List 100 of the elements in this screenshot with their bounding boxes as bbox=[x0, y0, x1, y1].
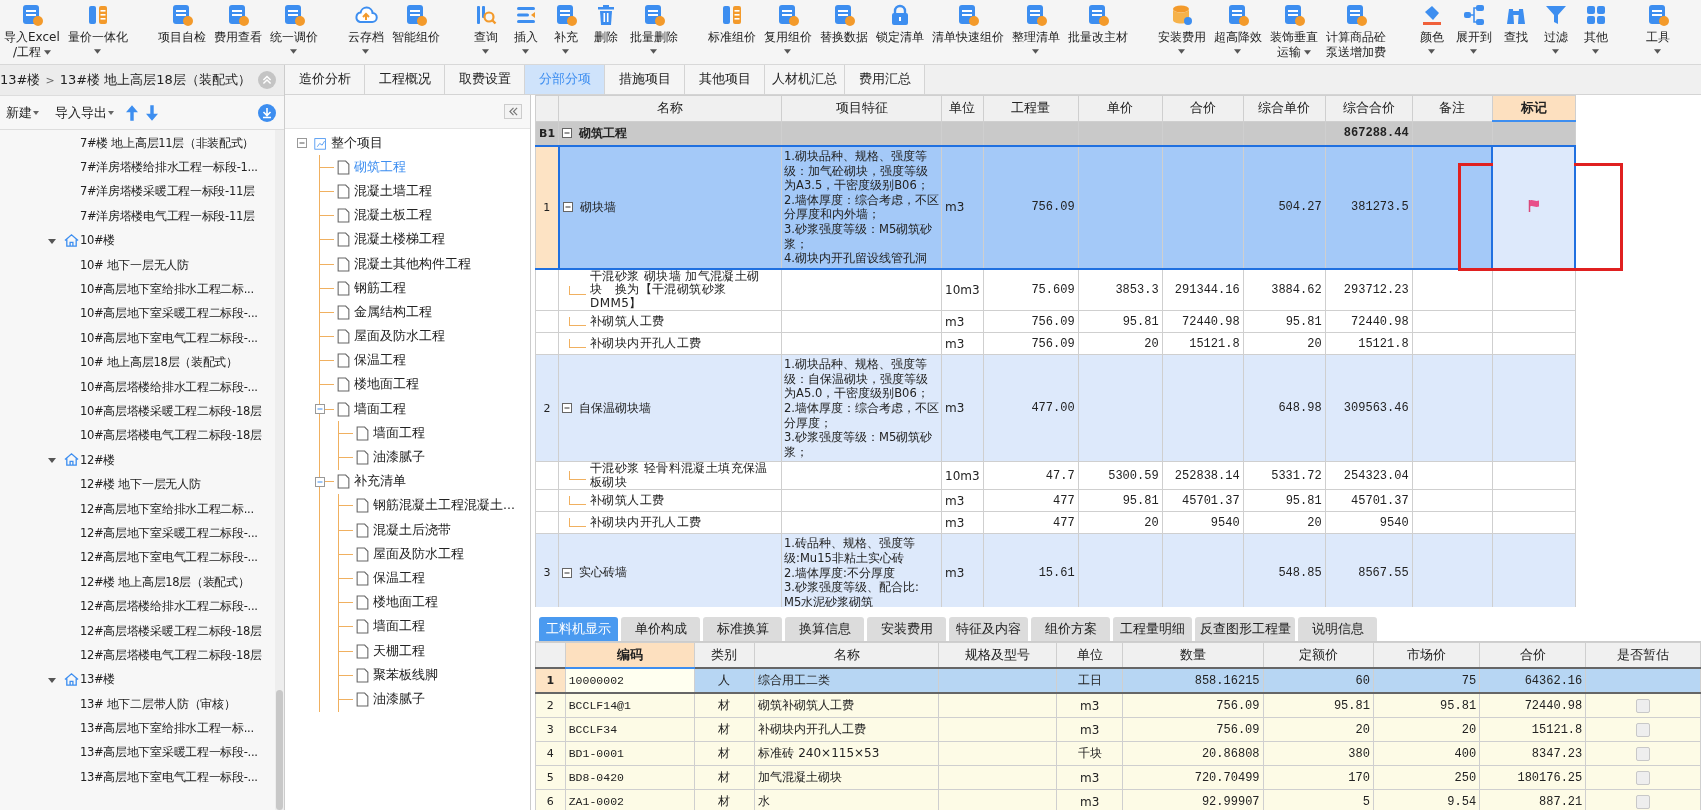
toolbar-button[interactable]: 导入Excel /工程 bbox=[0, 3, 64, 63]
tab[interactable]: 造价分析 bbox=[285, 65, 365, 94]
tree-item[interactable]: 墙面工程 bbox=[373, 424, 425, 442]
tab[interactable]: 工程量明细 bbox=[1113, 617, 1192, 641]
column-header[interactable]: 定额价 bbox=[1263, 642, 1374, 668]
download-icon[interactable] bbox=[258, 103, 276, 122]
table-row[interactable]: 1 10000002 人 综合用工二类 工日 858.16215 60 75 64362.16 bbox=[535, 668, 1701, 693]
toolbar-button[interactable]: 替换数据 bbox=[815, 3, 872, 63]
tree-item[interactable]: 10#高层地下室采暖工程二标段-... bbox=[80, 306, 258, 322]
toolbar-button[interactable]: 删除 bbox=[585, 3, 626, 63]
toolbar-button[interactable]: 工具 bbox=[1637, 3, 1678, 63]
tree-item[interactable]: 12#高层塔楼给排水工程二标段-... bbox=[80, 599, 258, 615]
table-row[interactable]: 2 BCCLF14@1 材 砌筑补砌筑人工费 m3 756.09 95.81 95.81 72440.98 bbox=[535, 693, 1701, 718]
tab[interactable]: 工程概况 bbox=[365, 65, 445, 94]
table-row[interactable]: 4 BD1-0001 材 标准砖 240×115×53 千块 20.86808 380 400 8347.23 bbox=[535, 741, 1701, 766]
collapse-icon[interactable] bbox=[562, 202, 573, 213]
toolbar-button[interactable]: 补充 bbox=[545, 3, 586, 63]
scrollbar[interactable] bbox=[275, 130, 284, 810]
tab[interactable]: 措施项目 bbox=[605, 65, 685, 94]
toolbar-button[interactable]: 整理清单 bbox=[1007, 3, 1064, 63]
collapse-icon[interactable] bbox=[562, 403, 573, 414]
toolbar-button[interactable]: 统一调价 bbox=[265, 3, 322, 63]
tree-item[interactable]: 10# 地上高层18层（装配式） bbox=[80, 355, 238, 371]
collapse-icon[interactable] bbox=[562, 567, 573, 578]
tree-item[interactable]: 天棚工程 bbox=[373, 642, 425, 660]
tab[interactable]: 说明信息 bbox=[1298, 617, 1377, 641]
tree-item[interactable]: 10#楼 bbox=[80, 233, 116, 249]
tab[interactable]: 取费设置 bbox=[445, 65, 525, 94]
tree-item[interactable]: 13#高层地下室电气工程一标段-... bbox=[80, 769, 258, 785]
tree-item[interactable]: 金属结构工程 bbox=[354, 303, 432, 321]
toolbar-button[interactable]: 查找 bbox=[1495, 3, 1536, 63]
tree-item[interactable]: 屋面及防水工程 bbox=[354, 328, 445, 346]
toolbar-button[interactable]: 装饰垂直 运输 bbox=[1265, 3, 1322, 63]
column-header[interactable]: 名称 bbox=[558, 95, 782, 121]
tree-item[interactable]: 聚苯板线脚 bbox=[373, 666, 438, 684]
tree-item[interactable]: 7#洋房塔楼采暖工程一标段-11层 bbox=[80, 184, 255, 200]
column-header[interactable]: 综合单价 bbox=[1243, 95, 1326, 121]
tree-item[interactable]: 12#楼 地上高层18层（装配式） bbox=[80, 574, 250, 590]
column-header[interactable]: 单位 bbox=[1056, 642, 1123, 668]
tree-item[interactable]: 7#楼 地上高层11层（非装配式） bbox=[80, 135, 255, 151]
tree-item[interactable]: 混凝土楼梯工程 bbox=[354, 231, 445, 249]
section-row[interactable]: B1 砌筑工程 867288.44 bbox=[535, 121, 1576, 146]
collapse-icon[interactable] bbox=[315, 476, 325, 487]
tab[interactable]: 人材机汇总 bbox=[765, 65, 845, 94]
checkbox[interactable] bbox=[1636, 746, 1651, 761]
tab[interactable]: 反查图形工程量 bbox=[1195, 617, 1295, 641]
column-header[interactable]: 单位 bbox=[941, 95, 984, 121]
tree-item[interactable]: 10#高层塔楼电气工程二标段-18层 bbox=[80, 428, 262, 444]
toolbar-button[interactable]: 批量改主材 bbox=[1063, 3, 1132, 63]
tree-item[interactable]: 10#高层塔楼采暖工程二标段-18层 bbox=[80, 404, 262, 419]
table-row[interactable]: 5 BD8-0420 材 加气混凝土砌块 m3 720.70499 170 250 180176.25 bbox=[535, 765, 1701, 790]
tree-item[interactable]: 油漆腻子 bbox=[373, 690, 425, 708]
tree-item[interactable]: 13#高层地下室给排水工程一标... bbox=[80, 721, 254, 737]
checkbox[interactable] bbox=[1636, 770, 1651, 785]
table-row[interactable]: 3 BCCLF34 材 补砌块内开孔人工费 m3 756.09 20 20 15121.8 bbox=[535, 717, 1701, 742]
toolbar-button[interactable]: 插入 bbox=[505, 3, 546, 63]
breadcrumb-item[interactable]: 13#楼 地上高层18层（装配式） bbox=[59, 71, 251, 89]
tree-item[interactable]: 钢筋工程 bbox=[354, 279, 406, 297]
column-header[interactable]: 数量 bbox=[1122, 642, 1264, 668]
toolbar-button[interactable]: 项目自检 bbox=[153, 3, 210, 63]
column-header[interactable]: 编码 bbox=[565, 642, 695, 668]
column-header[interactable]: 规格及型号 bbox=[938, 642, 1057, 668]
column-header[interactable]: 工程量 bbox=[983, 95, 1079, 121]
tree-item[interactable]: 12#楼 地下一层无人防 bbox=[80, 477, 201, 493]
toolbar-button[interactable]: 云存档 bbox=[343, 3, 388, 63]
column-header[interactable]: 标记 bbox=[1492, 95, 1576, 121]
toolbar-button[interactable]: 展开到 bbox=[1451, 3, 1496, 63]
tree-item[interactable]: 12#高层地下室电气工程二标段-... bbox=[80, 550, 258, 566]
tree-item[interactable]: 楼地面工程 bbox=[373, 594, 438, 612]
tree-item[interactable]: 13#高层地下室采暖工程一标段-... bbox=[80, 745, 258, 761]
tab[interactable]: 换算信息 bbox=[785, 617, 864, 641]
toolbar-button[interactable]: 颜色 bbox=[1411, 3, 1452, 63]
tree-item[interactable]: 混凝土其他构件工程 bbox=[354, 255, 471, 273]
collapse-icon[interactable] bbox=[315, 404, 325, 415]
toolbar-button[interactable]: 计算商品砼 泵送增加费 bbox=[1321, 3, 1390, 63]
toolbar-button[interactable]: 智能组价 bbox=[387, 3, 444, 63]
toolbar-button[interactable]: 批量删除 bbox=[625, 3, 682, 63]
tree-item[interactable]: 混凝土板工程 bbox=[354, 207, 432, 225]
toolbar-button[interactable]: 费用查看 bbox=[209, 3, 266, 63]
table-row[interactable]: 6 ZA1-0002 材 水 m3 92.99907 5 9.54 887.21 bbox=[535, 789, 1701, 810]
tree-item[interactable]: 12#高层塔楼电气工程二标段-18层 bbox=[80, 647, 262, 663]
toolbar-button[interactable]: 其他 bbox=[1575, 3, 1616, 63]
tab[interactable]: 特征及内容 bbox=[949, 617, 1028, 641]
tab[interactable]: 单价构成 bbox=[621, 617, 700, 641]
toolbar-button[interactable]: 量价一体化 bbox=[63, 3, 132, 63]
tree-item[interactable]: 屋面及防水工程 bbox=[373, 545, 464, 563]
tree-item[interactable]: 补充清单 bbox=[354, 473, 406, 491]
tree-item[interactable]: 整个项目 bbox=[331, 134, 383, 152]
tree-item[interactable]: 7#洋房塔楼电气工程一标段-11层 bbox=[80, 208, 255, 224]
column-header[interactable]: 单价 bbox=[1078, 95, 1163, 121]
arrow-up-icon[interactable] bbox=[126, 104, 138, 121]
checkbox[interactable] bbox=[1636, 794, 1651, 809]
column-header[interactable]: 名称 bbox=[754, 642, 939, 668]
tab[interactable]: 组价方案 bbox=[1031, 617, 1110, 641]
column-header[interactable]: 市场价 bbox=[1373, 642, 1480, 668]
tree-item[interactable]: 10# 地下一层无人防 bbox=[80, 257, 189, 273]
collapse-icon[interactable] bbox=[562, 128, 573, 139]
column-header[interactable]: 备注 bbox=[1412, 95, 1493, 121]
toolbar-button[interactable]: 清单快速组价 bbox=[927, 3, 1008, 63]
import-export-button[interactable]: 导入导出 bbox=[51, 103, 118, 122]
